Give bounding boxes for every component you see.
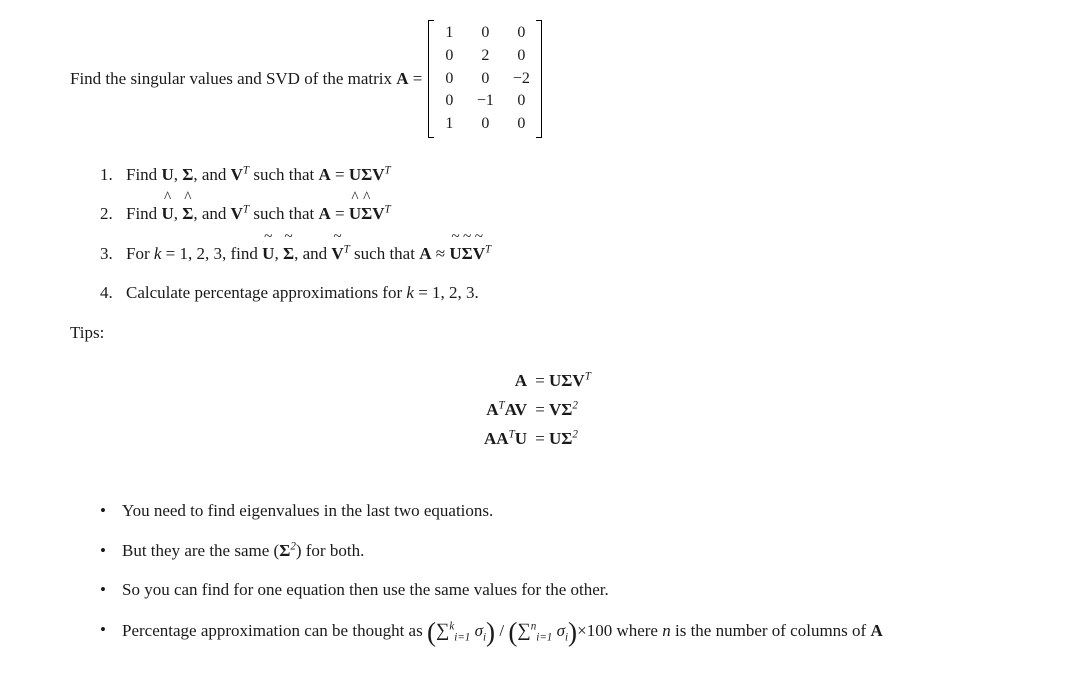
tips-heading: Tips: (70, 320, 1010, 346)
task-item-2: 2. Find ^U, ^Σ, and VT such that A = ^U^… (100, 201, 1010, 227)
matrix-cell: −1 (476, 91, 494, 112)
bullet-icon: • (100, 538, 112, 564)
task-item-4: 4. Calculate percentage approximations f… (100, 280, 1010, 306)
tip-text: You need to find eigenvalues in the last… (122, 498, 1010, 524)
task-list: 1. Find U, Σ, and VT such that A = UΣVT … (100, 162, 1010, 306)
item-number: 4. (100, 280, 118, 306)
equations-block: A = UΣVT ATAV = VΣ2 AATU = UΣ2 (70, 367, 1010, 454)
matrix-cell: 0 (476, 114, 494, 135)
matrix-cell: 2 (476, 46, 494, 67)
tip-text: But they are the same (Σ2) for both. (122, 538, 1010, 564)
matrix-body: 1 0 0 0 2 0 0 0 −2 0 −1 0 1 0 0 (434, 20, 536, 138)
item-text: Find U, Σ, and VT such that A = UΣVT (126, 162, 391, 188)
matrix-cell: 0 (440, 46, 458, 67)
item-text: Find ^U, ^Σ, and VT such that A = ^U^ΣVT (126, 201, 391, 227)
tips-list: • You need to find eigenvalues in the la… (100, 498, 1010, 645)
equation-3: AATU = UΣ2 (70, 425, 1010, 454)
matrix-cell: 1 (440, 23, 458, 44)
matrix-cell: −2 (512, 69, 530, 90)
matrix-cell: 0 (440, 91, 458, 112)
matrix-cell: 0 (476, 69, 494, 90)
tip-text: So you can find for one equation then us… (122, 577, 1010, 603)
matrix-cell: 0 (512, 114, 530, 135)
item-text: Calculate percentage approximations for … (126, 280, 479, 306)
item-number: 2. (100, 201, 118, 227)
bullet-icon: • (100, 617, 112, 645)
bullet-icon: • (100, 498, 112, 524)
tip-item-3: • So you can find for one equation then … (100, 577, 1010, 603)
tip-item-2: • But they are the same (Σ2) for both. (100, 538, 1010, 564)
bullet-icon: • (100, 577, 112, 603)
matrix-cell: 0 (512, 91, 530, 112)
task-item-3: 3. For k = 1, 2, 3, find ~U, ~Σ, and ~VT… (100, 241, 1010, 267)
item-number: 1. (100, 162, 118, 188)
matrix-cell: 0 (512, 23, 530, 44)
matrix-cell: 0 (476, 23, 494, 44)
task-item-1: 1. Find U, Σ, and VT such that A = UΣVT (100, 162, 1010, 188)
matrix-bracket-right (536, 20, 542, 138)
tip-text: Percentage approximation can be thought … (122, 617, 1010, 645)
problem-statement: Find the singular values and SVD of the … (70, 20, 1010, 138)
tip-item-1: • You need to find eigenvalues in the la… (100, 498, 1010, 524)
matrix-cell: 0 (512, 46, 530, 67)
matrix-A: 1 0 0 0 2 0 0 0 −2 0 −1 0 1 0 0 (428, 20, 542, 138)
matrix-cell: 1 (440, 114, 458, 135)
item-number: 3. (100, 241, 118, 267)
equation-1: A = UΣVT (70, 367, 1010, 396)
tip-item-4: • Percentage approximation can be though… (100, 617, 1010, 645)
equation-2: ATAV = VΣ2 (70, 396, 1010, 425)
intro-text: Find the singular values and SVD of the … (70, 66, 422, 92)
item-text: For k = 1, 2, 3, find ~U, ~Σ, and ~VT su… (126, 241, 491, 267)
matrix-cell: 0 (440, 69, 458, 90)
